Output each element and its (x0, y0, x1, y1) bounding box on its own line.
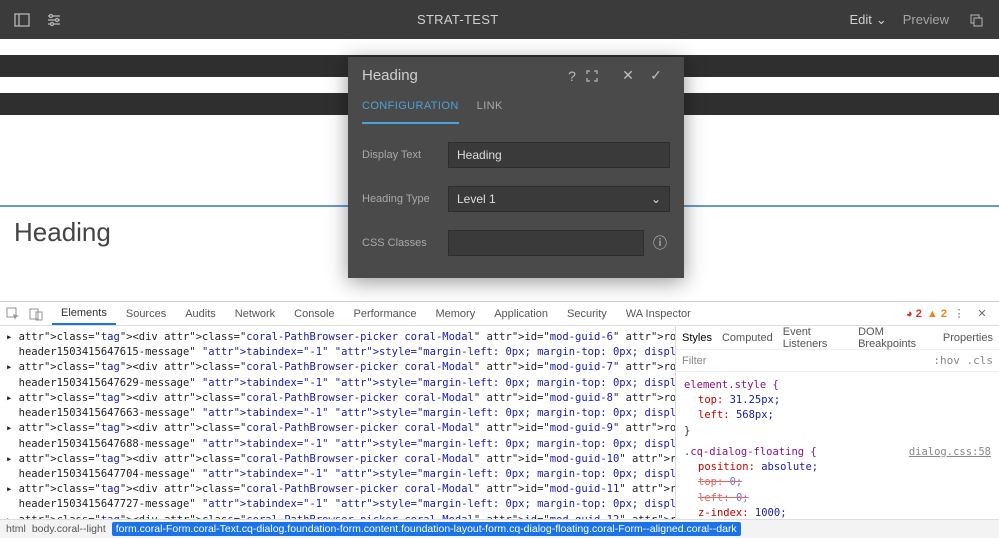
aem-topbar: STRAT-TEST Edit ⌄ Preview (0, 0, 999, 39)
settings-sliders-icon[interactable] (42, 8, 66, 32)
dialog-tabs: CONFIGURATION LINK (348, 94, 684, 124)
devtools-tab-network[interactable]: Network (226, 304, 284, 324)
elements-tree[interactable]: ▸ attr">class="tag"><div attr">class="co… (0, 326, 675, 519)
devtools-tab-sources[interactable]: Sources (117, 304, 175, 324)
chevron-down-icon: ⌄ (876, 12, 887, 28)
inspect-element-icon[interactable] (6, 307, 28, 321)
display-text-input[interactable] (448, 142, 670, 168)
mode-dropdown[interactable]: Edit ⌄ (849, 12, 886, 28)
side-panel-toggle-icon[interactable] (10, 8, 34, 32)
layers-icon[interactable] (965, 8, 989, 32)
dialog-header: Heading ? ✕ ✓ (348, 57, 684, 94)
devtools-tab-application[interactable]: Application (485, 304, 557, 324)
devtools-tab-elements[interactable]: Elements (52, 303, 116, 325)
elements-breadcrumb[interactable]: html body.coral--light form.coral-Form.c… (0, 519, 999, 538)
devtools-tab-security[interactable]: Security (558, 304, 616, 324)
heading-type-label: Heading Type (362, 193, 448, 205)
dialog-title: Heading (362, 67, 558, 84)
css-classes-label: CSS Classes (362, 237, 448, 249)
styles-tab-computed[interactable]: Computed (722, 332, 773, 344)
chevron-down-icon: ⌄ (651, 192, 661, 206)
tab-configuration[interactable]: CONFIGURATION (362, 94, 459, 124)
done-icon[interactable]: ✓ (642, 67, 670, 84)
info-icon[interactable]: ⓘ (650, 233, 670, 253)
styles-rules[interactable]: element.style {top: 31.25px;left: 568px;… (676, 372, 999, 519)
component-dialog: Heading ? ✕ ✓ CONFIGURATION LINK Display… (348, 57, 684, 278)
filter-label[interactable]: Filter (682, 355, 706, 367)
page-canvas: Heading Heading ? ✕ ✓ CONFIGURATION LINK… (0, 39, 999, 301)
breadcrumb-item[interactable]: body.coral--light (32, 523, 106, 535)
hov-cls-toggle[interactable]: :hov .cls (933, 354, 993, 367)
styles-tab-styles[interactable]: Styles (682, 332, 712, 344)
mode-label: Edit (849, 12, 871, 27)
warning-badge[interactable]: ▲ 2 (927, 308, 947, 320)
breadcrumb-selected[interactable]: form.coral-Form.coral-Text.cq-dialog.fou… (112, 522, 741, 536)
tab-link[interactable]: LINK (477, 94, 503, 124)
devtools-tab-memory[interactable]: Memory (426, 304, 484, 324)
device-toggle-icon[interactable] (29, 307, 51, 321)
preview-button[interactable]: Preview (903, 12, 949, 27)
devtools-more-icon[interactable]: ⋮ (948, 307, 970, 320)
devtools-tab-audits[interactable]: Audits (176, 304, 225, 324)
styles-tab-event-listeners[interactable]: Event Listeners (783, 326, 848, 350)
error-badge[interactable]: ◕ 2 (906, 308, 922, 320)
devtools-tab-performance[interactable]: Performance (345, 304, 426, 324)
help-icon[interactable]: ? (558, 68, 586, 84)
css-classes-input[interactable] (448, 230, 644, 256)
styles-tab-properties[interactable]: Properties (943, 332, 993, 344)
display-text-label: Display Text (362, 149, 448, 161)
devtools-tabbar: Elements Sources Audits Network Console … (0, 302, 999, 326)
styles-pane: Styles Computed Event Listeners DOM Brea… (675, 326, 999, 519)
fullscreen-icon[interactable] (586, 70, 614, 82)
heading-type-select[interactable]: Level 1 ⌄ (448, 186, 670, 212)
devtools-panel: Elements Sources Audits Network Console … (0, 301, 999, 538)
devtools-close-icon[interactable]: ✕ (971, 307, 993, 320)
styles-tab-dom-breakpoints[interactable]: DOM Breakpoints (858, 326, 933, 350)
heading-type-value: Level 1 (457, 192, 496, 206)
breadcrumb-item[interactable]: html (6, 523, 26, 535)
devtools-tab-console[interactable]: Console (285, 304, 343, 324)
devtools-tab-wa-inspector[interactable]: WA Inspector (617, 304, 700, 324)
page-title: STRAT-TEST (66, 12, 849, 27)
close-icon[interactable]: ✕ (614, 67, 642, 84)
